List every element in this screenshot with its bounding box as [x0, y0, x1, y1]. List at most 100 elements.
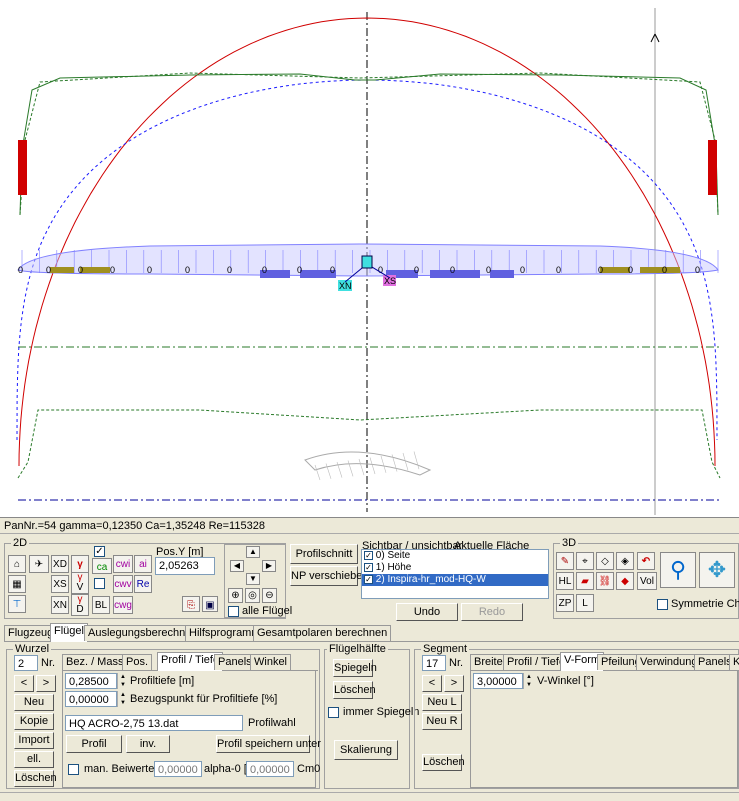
profil-button[interactable]: Profil [66, 735, 122, 753]
btn-l[interactable]: L [576, 594, 594, 612]
arrow-right-icon[interactable]: ▶ [262, 560, 276, 572]
ribs-icon[interactable]: ▦ [8, 575, 26, 593]
gamma-d-icon[interactable]: γD [71, 594, 89, 616]
wurzel-loeschen-button[interactable]: Löschen [14, 770, 57, 787]
move-icon[interactable]: ✥ [699, 552, 735, 588]
immer-spiegeln-checkbox[interactable] [328, 707, 339, 718]
segment-next-button[interactable]: > [444, 675, 464, 692]
btn-hl-label: HL [558, 576, 572, 587]
list-item-checkbox[interactable]: ✓ [364, 550, 373, 560]
segment-neu-r-button[interactable]: Neu R [422, 713, 462, 730]
btn-xd[interactable]: XD [51, 555, 69, 573]
surface-red-icon[interactable]: ▰ [576, 572, 594, 590]
ca-checkbox[interactable]: ✓ [94, 546, 105, 557]
surface-fill-icon[interactable]: ◆ [616, 572, 634, 590]
axes-rotate-icon[interactable]: ⚲ [660, 552, 696, 588]
profiltiefe-input[interactable]: 0,28500 [65, 673, 117, 689]
save-icon[interactable]: ▣ [202, 596, 218, 612]
export-icon[interactable]: ⎘ [182, 596, 200, 612]
mini-3d-rib-7 [391, 454, 398, 472]
zoom-out-icon[interactable]: ⊖ [262, 588, 277, 603]
undo-button[interactable]: Undo [396, 603, 458, 621]
btn-xs-label: XS [53, 579, 67, 590]
tab-breite[interactable]: Breite [470, 654, 507, 670]
profil-speichern-button[interactable]: Profil speichern unter [216, 735, 321, 753]
alle-fluegel-checkbox[interactable] [228, 606, 239, 617]
zoom-fit-icon[interactable]: ◎ [245, 588, 260, 603]
bezugspunkt-input[interactable]: 0,00000 [65, 691, 117, 707]
view-side-icon[interactable]: ◇ [596, 552, 614, 570]
skalierung-button[interactable]: Skalierung [334, 740, 398, 760]
alpha0-input[interactable]: 0,00000 [154, 761, 202, 777]
view-front-icon[interactable]: ◈ [616, 552, 634, 570]
arrow-down-icon[interactable]: ▼ [246, 573, 260, 585]
tab-pos[interactable]: Pos. [122, 654, 153, 670]
plane-icon[interactable]: ✈ [29, 555, 49, 573]
v-winkel-input[interactable]: 3,00000 [473, 673, 523, 689]
wing-plot-svg[interactable]: 0 0 0 0 0 0 0 0 0 0 0 0 0 0 0 0 0 0 0 0XN XS [0, 0, 739, 517]
wurzel-neu-button[interactable]: Neu [14, 694, 54, 711]
wurzel-kopie-button[interactable]: Kopie [14, 713, 54, 730]
wurzel-import-button[interactable]: Import [14, 732, 54, 749]
wing-plot-canvas[interactable]: 0 0 0 0 0 0 0 0 0 0 0 0 0 0 0 0 0 0 0 0 XN XS [0, 0, 739, 518]
spiegeln-button[interactable]: Spiegeln [333, 659, 377, 677]
btn-re[interactable]: Re [134, 575, 152, 593]
btn-vol[interactable]: Vol [637, 572, 657, 590]
man-beiwerte-checkbox[interactable] [68, 764, 79, 775]
arrow-up-icon[interactable]: ▲ [246, 546, 260, 558]
profilschnitt-button[interactable]: Profilschnitt [290, 544, 358, 564]
pos-y-input[interactable]: 2,05263 [155, 557, 215, 575]
segment-prev-button[interactable]: < [422, 675, 442, 692]
rotate-back-icon[interactable]: ↶ [637, 552, 655, 570]
btn-hl[interactable]: HL [556, 572, 574, 590]
np-verschieben-button[interactable]: NP verschieben [290, 566, 368, 586]
segment-nr-input[interactable]: 17 [422, 655, 446, 671]
zero-tick-label-5: 0 [185, 265, 190, 275]
zoom-in-icon[interactable]: ⊕ [228, 588, 243, 603]
chain-icon[interactable]: ⛓ [596, 572, 614, 590]
gamma-v-icon[interactable]: γV [71, 572, 89, 594]
tab-winkel[interactable]: Winkel [250, 654, 292, 670]
list-item[interactable]: ✓ 1) Höhe [362, 562, 548, 574]
btn-ca[interactable]: ca [92, 558, 112, 574]
btn-xs[interactable]: XS [51, 575, 69, 593]
tab-k[interactable]: K [729, 654, 739, 670]
tab-fluegel[interactable]: Flügel [50, 623, 88, 642]
segment-loeschen-button[interactable]: Löschen [422, 754, 465, 771]
btn-cwv[interactable]: cwv [113, 575, 133, 593]
profil-file-field[interactable]: HQ ACRO-2,75 13.dat [65, 715, 243, 731]
bezugspunkt-spinner[interactable]: ▲ ▼ [117, 691, 128, 707]
inv-button[interactable]: inv. [126, 735, 170, 753]
tab-verwindung[interactable]: Verwindung [636, 654, 702, 670]
btn-zp[interactable]: ZP [556, 594, 574, 612]
wurzel-next-button[interactable]: > [36, 675, 56, 692]
list-item-checkbox[interactable]: ✓ [364, 562, 373, 572]
symmetrie-checkbox[interactable] [657, 599, 668, 610]
segment-neu-l-button[interactable]: Neu L [422, 694, 462, 711]
profiltiefe-spinner[interactable]: ▲ ▼ [117, 673, 128, 689]
cm0-input[interactable]: 0,00000 [246, 761, 294, 777]
list-item-checkbox[interactable]: ✓ [364, 574, 373, 584]
wireframe-icon[interactable]: ⌖ [576, 552, 594, 570]
wurzel-prev-button[interactable]: < [14, 675, 34, 692]
redo-button[interactable]: Redo [461, 603, 523, 621]
cwv-checkbox[interactable] [94, 578, 105, 589]
btn-cwi[interactable]: cwi [113, 555, 133, 573]
light-icon[interactable]: ✎ [556, 552, 574, 570]
arrow-left-icon[interactable]: ◀ [230, 560, 244, 572]
btn-cwg[interactable]: cwg [113, 596, 133, 614]
btn-xn[interactable]: XN [51, 596, 69, 614]
wurzel-nr-input[interactable]: 2 [14, 655, 38, 671]
wing-outline-icon[interactable]: ⌂ [8, 555, 26, 573]
v-winkel-spinner[interactable]: ▲ ▼ [523, 673, 534, 689]
tab-gesamtpolaren[interactable]: Gesamtpolaren berechnen [253, 625, 392, 641]
fuselage-icon[interactable]: ⊤ [8, 595, 26, 613]
btn-bl[interactable]: BL [92, 596, 110, 614]
btn-ai[interactable]: ai [134, 555, 152, 573]
fluegel-loeschen-button[interactable]: Löschen [333, 681, 376, 699]
list-item[interactable]: ✓ 2) Inspira-hr_mod-HQ-W [362, 574, 548, 586]
visibility-list[interactable]: ✓ 0) Seite ✓ 1) Höhe ✓ 2) Inspira-hr_mod… [361, 549, 549, 599]
gamma-icon[interactable]: γ [71, 555, 89, 573]
list-item[interactable]: ✓ 0) Seite [362, 550, 548, 562]
wurzel-ell-button[interactable]: ell. [14, 751, 54, 768]
